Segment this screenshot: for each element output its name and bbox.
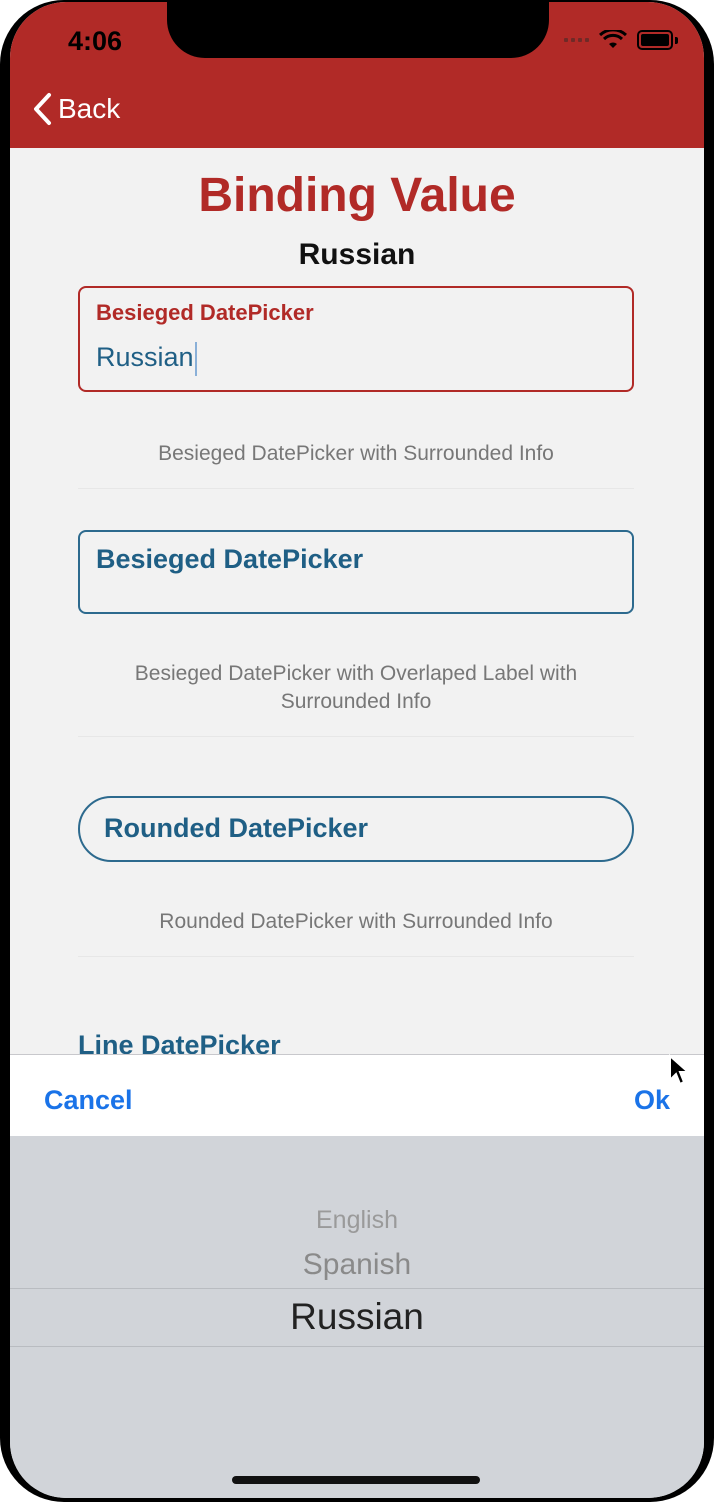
picker-wheel[interactable]: English Spanish Russian: [10, 1136, 704, 1498]
status-time: 4:06: [68, 26, 123, 56]
field-label: Rounded DatePicker: [104, 813, 369, 843]
field-info: Rounded DatePicker with Surrounded Info: [159, 910, 553, 933]
field-label: Besieged DatePicker: [96, 300, 314, 325]
chevron-left-icon: [34, 93, 51, 125]
picker-option[interactable]: English: [10, 1206, 704, 1235]
mouse-cursor-icon: [669, 1054, 690, 1086]
ok-button[interactable]: Ok: [634, 1085, 670, 1116]
selection-line-top: [10, 1288, 704, 1289]
picker-toolbar: Cancel Ok: [10, 1054, 704, 1137]
picker-option-selected[interactable]: Russian: [10, 1296, 704, 1338]
signal-icon: [564, 38, 589, 42]
field-label: Besieged DatePicker: [96, 544, 364, 574]
status-icons: [564, 30, 678, 50]
screen: 4:06 Back Binding Value Russian Besieged…: [10, 2, 704, 1498]
rounded-datepicker[interactable]: Rounded DatePicker: [78, 796, 634, 862]
field-info: Besieged DatePicker with Overlaped Label…: [134, 662, 578, 713]
selection-line-bottom: [10, 1346, 704, 1347]
phone-frame: 4:06 Back Binding Value Russian Besieged…: [0, 0, 714, 1502]
divider: [78, 956, 634, 957]
besieged-datepicker[interactable]: Besieged DatePicker Russian: [78, 286, 634, 392]
battery-tip: [675, 36, 678, 44]
text-caret: [194, 342, 197, 376]
battery-icon: [637, 30, 673, 50]
field-value: Russian: [96, 342, 197, 376]
binding-value: Russian: [298, 238, 416, 271]
back-label: Back: [58, 93, 121, 124]
divider: [78, 488, 634, 489]
notch: [167, 2, 549, 58]
divider: [78, 736, 634, 737]
cancel-button[interactable]: Cancel: [44, 1085, 133, 1116]
wifi-icon: [599, 30, 627, 48]
back-button[interactable]: Back: [32, 92, 120, 126]
field-info: Besieged DatePicker with Surrounded Info: [158, 442, 554, 465]
page-title: Binding Value: [198, 169, 516, 222]
picker-option[interactable]: Spanish: [10, 1248, 704, 1282]
home-indicator[interactable]: [232, 1476, 480, 1484]
overlapped-datepicker[interactable]: Besieged DatePicker: [78, 530, 634, 614]
